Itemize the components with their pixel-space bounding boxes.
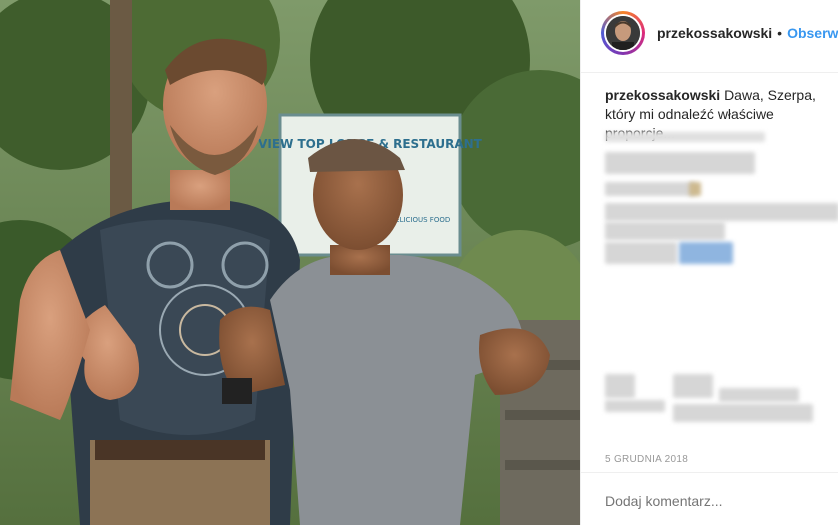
photo-illustration: VIEW TOP LODGE & RESTAURANT DELICIOUS FO… xyxy=(0,0,580,525)
header-divider xyxy=(581,72,838,73)
avatar-border xyxy=(604,14,642,52)
blur-block xyxy=(679,242,733,264)
separator-dot: • xyxy=(777,25,783,41)
blur-block xyxy=(673,374,713,398)
post-header: przekossakowski • Obserwuj xyxy=(601,10,838,56)
blur-block xyxy=(605,374,635,398)
comment-input[interactable] xyxy=(605,493,825,509)
blur-block xyxy=(605,203,838,221)
post-photo[interactable]: VIEW TOP LODGE & RESTAURANT DELICIOUS FO… xyxy=(0,0,580,525)
blur-block xyxy=(605,222,725,240)
blur-block xyxy=(605,152,755,174)
post-side-panel: przekossakowski • Obserwuj przekossakows… xyxy=(580,0,838,525)
post-username[interactable]: przekossakowski xyxy=(657,25,772,41)
blur-block xyxy=(605,182,695,196)
follow-button[interactable]: Obserwuj xyxy=(787,25,838,41)
avatar-image xyxy=(606,16,640,50)
caption-username[interactable]: przekossakowski xyxy=(605,87,720,103)
blur-block xyxy=(719,388,799,402)
blur-block xyxy=(605,132,765,142)
avatar-face-icon xyxy=(606,16,640,50)
blur-block xyxy=(605,242,677,264)
blur-block xyxy=(605,400,665,412)
blur-block xyxy=(673,404,813,422)
blur-block xyxy=(689,182,701,196)
comment-box xyxy=(581,472,838,526)
post-date: 5 grudnia 2018 xyxy=(605,454,689,465)
avatar[interactable] xyxy=(601,11,645,55)
